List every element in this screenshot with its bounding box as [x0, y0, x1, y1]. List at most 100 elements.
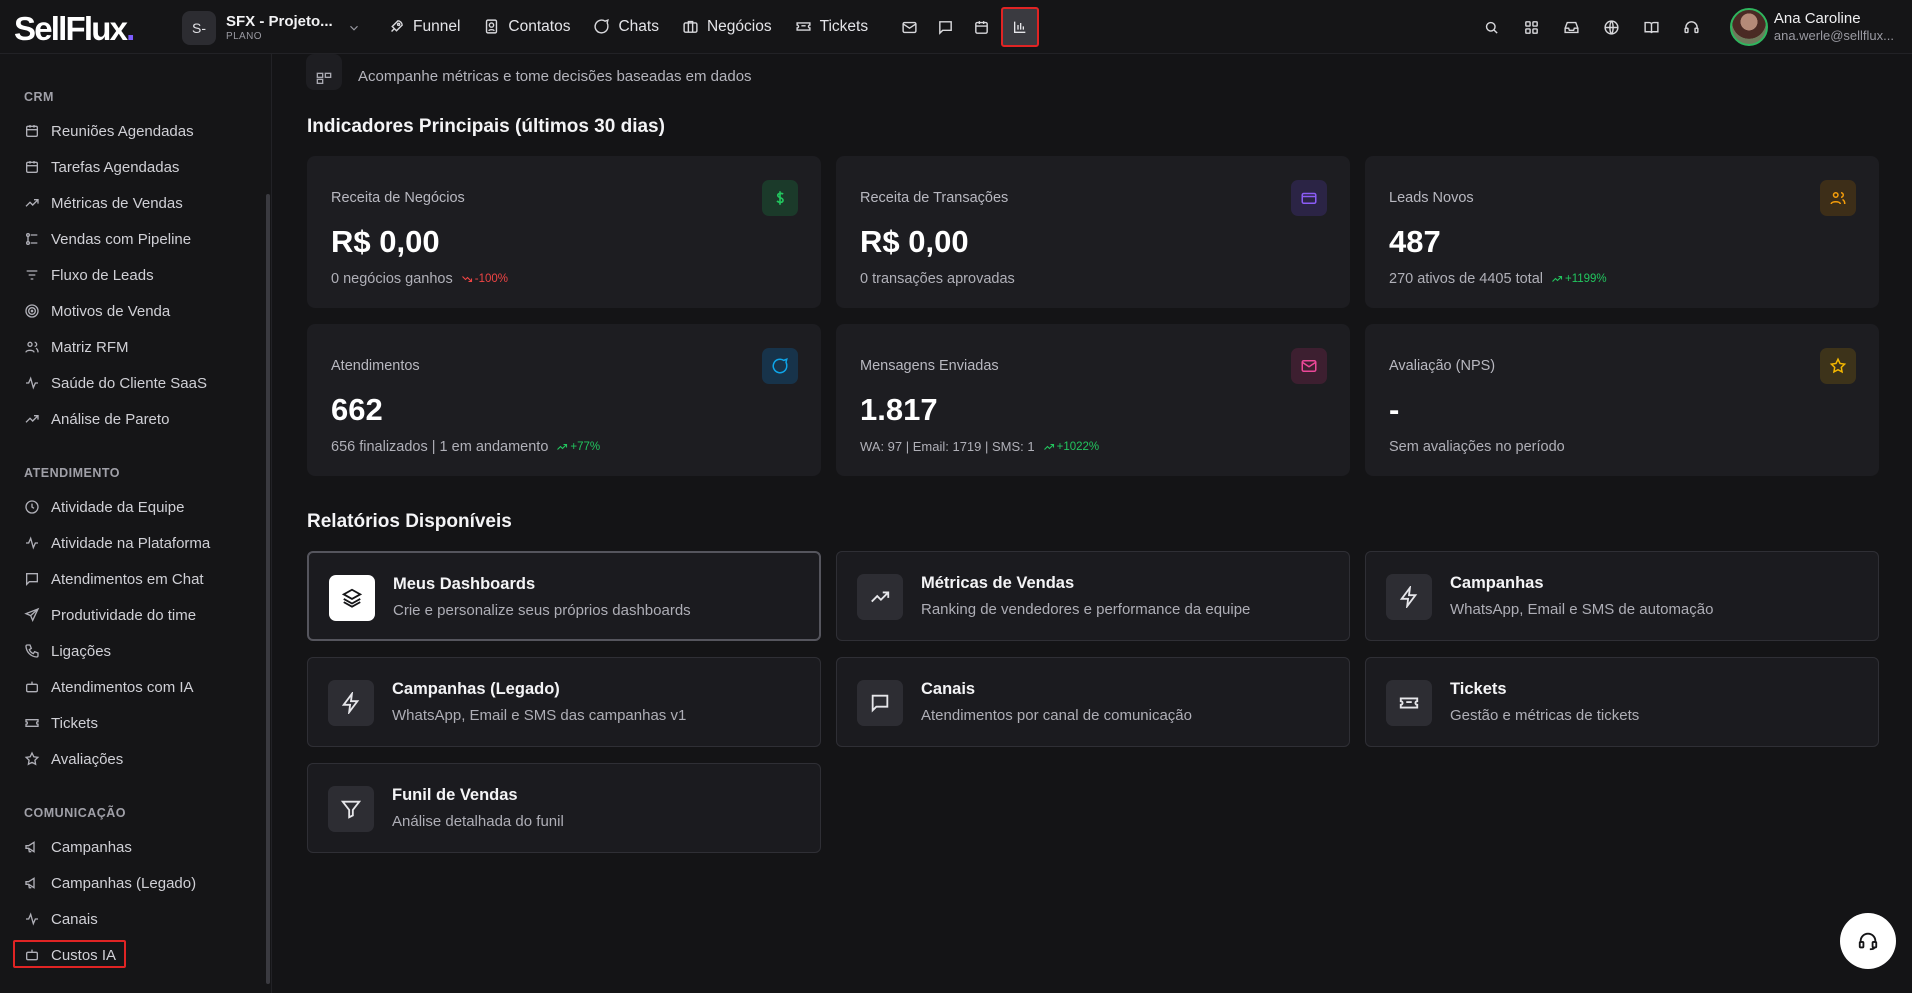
- kpi-card-mensagens-enviadas: Mensagens Enviadas 1.817 WA: 97 | Email:…: [836, 324, 1350, 476]
- help-chat-button[interactable]: [1840, 913, 1896, 969]
- kpi-label: Mensagens Enviadas: [860, 358, 999, 374]
- project-plan: PLANO: [226, 30, 262, 42]
- user-menu[interactable]: Ana Caroline ana.werle@sellflux...: [1729, 8, 1894, 46]
- sidebar-section-crm: CRM: [24, 90, 54, 104]
- sidebar-item-metricas-vendas[interactable]: Métricas de Vendas: [24, 192, 183, 214]
- nav-funnel[interactable]: Funnel: [388, 18, 460, 36]
- apps-button[interactable]: [1512, 7, 1552, 47]
- sidebar-item-label: Ligações: [51, 642, 112, 660]
- report-desc: WhatsApp, Email e SMS das campanhas v1: [392, 707, 687, 724]
- ticket-icon: [795, 18, 813, 36]
- sidebar-item-matriz-rfm[interactable]: Matriz RFM: [24, 336, 129, 358]
- sidebar-item-vendas-pipeline[interactable]: Vendas com Pipeline: [24, 228, 191, 250]
- nav-message-button[interactable]: [927, 9, 963, 45]
- sidebar-item-canais[interactable]: Canais: [24, 908, 98, 930]
- kpi-value: 662: [331, 392, 383, 427]
- sidebar-item-label: Saúde do Cliente SaaS: [51, 374, 207, 392]
- report-card-metricas-vendas[interactable]: Métricas de Vendas Ranking de vendedores…: [836, 551, 1350, 641]
- inbox-button[interactable]: [1552, 7, 1592, 47]
- kpi-sub-text: WA: 97 | Email: 1719 | SMS: 1: [860, 439, 1035, 454]
- sidebar-item-tickets[interactable]: Tickets: [24, 712, 98, 734]
- kpi-card-leads-novos: Leads Novos 487 270 ativos de 4405 total…: [1365, 156, 1879, 308]
- pipeline-icon: [24, 231, 41, 248]
- nav-chats[interactable]: Chats: [593, 18, 659, 36]
- kpi-delta: +1199%: [1551, 273, 1607, 285]
- kpi-label: Receita de Negócios: [331, 190, 465, 206]
- kpi-delta: +77%: [556, 441, 600, 453]
- calendar-icon: [24, 159, 41, 176]
- sellflux-logo[interactable]: SellFlux.: [14, 10, 135, 48]
- sidebar-scrollbar[interactable]: [266, 194, 270, 984]
- sidebar-item-label: Atividade da Equipe: [51, 498, 185, 516]
- target-icon: [24, 303, 41, 320]
- nav-tickets[interactable]: Tickets: [795, 18, 868, 36]
- kpi-sub-text: Sem avaliações no período: [1389, 439, 1565, 455]
- star-icon: [24, 750, 41, 768]
- sidebar-item-label: Fluxo de Leads: [51, 266, 154, 284]
- contact-icon: [483, 18, 501, 36]
- sidebar-item-saude-cliente[interactable]: Saúde do Cliente SaaS: [24, 372, 207, 394]
- sidebar-item-campanhas-legado[interactable]: Campanhas (Legado): [24, 872, 196, 894]
- credit-card-icon: [1291, 180, 1327, 216]
- globe-icon: [1603, 19, 1620, 36]
- sidebar-item-label: Análise de Pareto: [51, 410, 170, 428]
- headset-icon: [1857, 930, 1879, 952]
- project-selector[interactable]: S- SFX - Projeto... PLANO: [182, 11, 361, 45]
- sidebar-item-label: Vendas com Pipeline: [51, 230, 192, 248]
- layers-icon: [329, 575, 375, 621]
- sidebar-item-atividade-equipe[interactable]: Atividade da Equipe: [24, 496, 184, 518]
- report-card-campanhas[interactable]: Campanhas WhatsApp, Email e SMS de autom…: [1365, 551, 1879, 641]
- nav-contatos[interactable]: Contatos: [483, 18, 570, 36]
- kpi-sub: 0 negócios ganhos -100%: [331, 271, 508, 287]
- sidebar-section-atendimento: ATENDIMENTO: [24, 466, 121, 480]
- megaphone-icon: [24, 875, 41, 892]
- logo-text: SellFlux: [14, 10, 128, 47]
- sidebar-item-fluxo-leads[interactable]: Fluxo de Leads: [24, 264, 154, 286]
- support-button[interactable]: [1672, 7, 1712, 47]
- sidebar-item-label: Campanhas (Legado): [51, 874, 197, 892]
- sidebar-item-tarefas[interactable]: Tarefas Agendadas: [24, 156, 179, 178]
- nav-reports-button[interactable]: [1001, 7, 1040, 47]
- custos-ia-highlight: [13, 940, 126, 968]
- sidebar-item-produtividade[interactable]: Produtividade do time: [24, 604, 196, 626]
- sidebar-item-pareto[interactable]: Análise de Pareto: [24, 408, 169, 430]
- report-card-tickets[interactable]: Tickets Gestão e métricas de tickets: [1365, 657, 1879, 747]
- kpi-value: R$ 0,00: [331, 224, 440, 259]
- top-right-actions: Ana Caroline ana.werle@sellflux...: [1472, 0, 1912, 54]
- sidebar-item-campanhas[interactable]: Campanhas: [24, 836, 132, 858]
- sidebar-item-label: Canais: [51, 910, 98, 928]
- inbox-icon: [1563, 19, 1580, 36]
- user-email: ana.werle@sellflux...: [1773, 28, 1894, 44]
- sidebar-item-motivos-venda[interactable]: Motivos de Venda: [24, 300, 170, 322]
- avatar: [1729, 8, 1768, 46]
- report-card-meus-dashboards[interactable]: Meus Dashboards Crie e personalize seus …: [307, 551, 821, 641]
- sidebar-item-label: Produtividade do time: [51, 606, 197, 624]
- sidebar-section-comunicacao: COMUNICAÇÃO: [24, 806, 127, 820]
- search-button[interactable]: [1472, 7, 1512, 47]
- sidebar-item-reunioes[interactable]: Reuniões Agendadas: [24, 120, 194, 142]
- sidebar-item-atendimentos-ia[interactable]: Atendimentos com IA: [24, 676, 194, 698]
- nav-calendar-button[interactable]: [963, 9, 999, 45]
- bot-icon: [24, 679, 41, 696]
- kpi-delta-value: +1199%: [1564, 273, 1607, 285]
- sidebar-item-atendimentos-chat[interactable]: Atendimentos em Chat: [24, 568, 204, 590]
- report-card-funil-vendas[interactable]: Funil de Vendas Análise detalhada do fun…: [307, 763, 821, 853]
- sidebar-item-label: Tickets: [51, 714, 98, 732]
- kpi-value: 1.817: [860, 392, 938, 427]
- report-title: Tickets: [1450, 680, 1507, 698]
- message-square-icon: [857, 680, 903, 726]
- report-card-canais[interactable]: Canais Atendimentos por canal de comunic…: [836, 657, 1350, 747]
- sidebar-item-avaliacoes[interactable]: Avaliações: [24, 748, 123, 770]
- project-badge: S-: [182, 11, 216, 45]
- star-icon: [1820, 348, 1856, 384]
- sidebar-item-ligacoes[interactable]: Ligações: [24, 640, 111, 662]
- sidebar-item-atividade-plataforma[interactable]: Atividade na Plataforma: [24, 532, 210, 554]
- nav-mail-button[interactable]: [891, 9, 927, 45]
- page-header-icon: [306, 54, 342, 90]
- language-button[interactable]: [1592, 7, 1632, 47]
- lightning-icon: [328, 680, 374, 726]
- report-card-campanhas-legado[interactable]: Campanhas (Legado) WhatsApp, Email e SMS…: [307, 657, 821, 747]
- nav-negocios[interactable]: Negócios: [682, 18, 772, 36]
- message-icon: [937, 19, 954, 36]
- docs-button[interactable]: [1632, 7, 1672, 47]
